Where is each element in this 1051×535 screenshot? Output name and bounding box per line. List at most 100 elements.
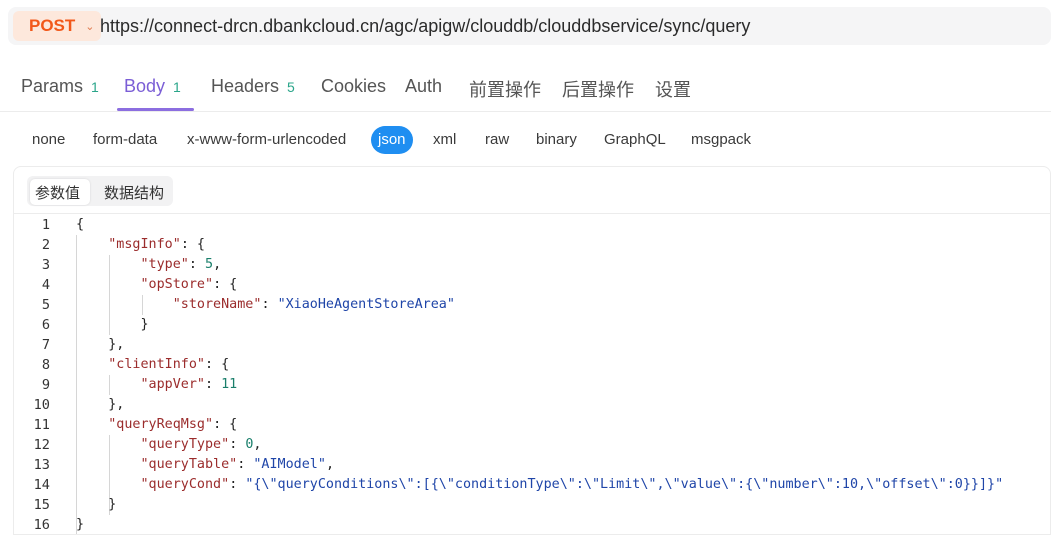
code-token: , <box>325 457 334 472</box>
code-line: 1{ <box>14 215 1050 235</box>
request-tabs: Params 1 Body 1 Headers 5 Cookies Auth 前置操作… <box>0 62 1051 112</box>
code-text: "appVer": 11 <box>76 375 237 395</box>
code-token: } <box>76 317 149 332</box>
line-number: 6 <box>41 317 50 333</box>
url-input[interactable]: https://connect-drcn.dbankcloud.cn/agc/a… <box>100 16 750 37</box>
code-text: "queryType": 0, <box>76 435 261 455</box>
tab-label: 设置 <box>655 80 691 100</box>
tab-label: 前置操作 <box>469 80 541 100</box>
tab-label: Body <box>124 76 166 96</box>
line-number: 1 <box>41 217 50 233</box>
line-number: 13 <box>33 457 50 473</box>
code-token: } <box>76 517 85 532</box>
line-number: 2 <box>41 237 50 253</box>
url-bar: POST ⌄ https://connect-drcn.dbankcloud.c… <box>8 7 1051 45</box>
line-number: 7 <box>41 337 50 353</box>
code-line: 6 } <box>14 315 1050 335</box>
code-line: 10 }, <box>14 395 1050 415</box>
code-line: 8 "clientInfo": { <box>14 355 1050 375</box>
code-text: { <box>76 215 84 235</box>
code-token: : <box>229 437 246 452</box>
tab-auth[interactable]: Auth <box>405 76 442 97</box>
code-token: : <box>205 377 222 392</box>
code-text: }, <box>76 335 124 355</box>
active-tab-indicator <box>117 108 194 111</box>
tab-body[interactable]: Body 1 <box>124 76 181 97</box>
code-token: { <box>76 217 85 232</box>
code-token: : { <box>213 417 238 432</box>
line-number: 4 <box>41 277 50 293</box>
code-token: : <box>237 457 254 472</box>
code-line: 16} <box>14 515 1050 534</box>
body-type-graphql[interactable]: GraphQL <box>604 131 666 148</box>
tab-pre-actions[interactable]: 前置操作 <box>469 76 541 102</box>
line-number: 10 <box>33 397 50 413</box>
code-text: "queryReqMsg": { <box>76 415 237 435</box>
tab-label: Headers <box>211 76 280 96</box>
line-number: 12 <box>33 437 50 453</box>
code-text: "opStore": { <box>76 275 237 295</box>
editor-subtabs: 参数值 数据结构 <box>14 167 1050 214</box>
code-line: 2 "msgInfo": { <box>14 235 1050 255</box>
code-token: 11 <box>221 377 238 392</box>
subtab-values[interactable]: 参数值 <box>30 179 90 205</box>
body-type-none[interactable]: none <box>32 131 65 148</box>
tab-cookies[interactable]: Cookies <box>321 76 386 97</box>
tab-label: Params <box>21 76 84 96</box>
body-type-raw[interactable]: raw <box>485 131 509 148</box>
subtab-schema[interactable]: 数据结构 <box>100 179 168 205</box>
tab-count: 1 <box>91 79 99 95</box>
code-line: 11 "queryReqMsg": { <box>14 415 1050 435</box>
line-number: 15 <box>33 497 50 513</box>
code-line: 3 "type": 5, <box>14 255 1050 275</box>
body-type-binary[interactable]: binary <box>536 131 577 148</box>
line-number: 5 <box>41 297 50 313</box>
code-text: } <box>76 515 85 534</box>
code-token: "AIModel" <box>253 457 326 472</box>
method-label: POST <box>29 16 76 35</box>
body-type-form-data[interactable]: form-data <box>93 131 157 148</box>
tab-count: 1 <box>173 79 181 95</box>
body-type-msgpack[interactable]: msgpack <box>691 131 751 148</box>
code-line: 13 "queryTable": "AIModel", <box>14 455 1050 475</box>
tab-settings[interactable]: 设置 <box>655 76 691 102</box>
code-line: 4 "opStore": { <box>14 275 1050 295</box>
method-select[interactable]: POST ⌄ <box>13 11 101 41</box>
tab-params[interactable]: Params 1 <box>21 76 99 97</box>
code-token: "opStore" <box>76 277 214 292</box>
line-number: 14 <box>33 477 50 493</box>
code-token: "queryReqMsg" <box>76 417 214 432</box>
line-number: 16 <box>33 517 50 533</box>
code-text: "queryTable": "AIModel", <box>76 455 334 475</box>
code-token: , <box>213 257 222 272</box>
chevron-down-icon: ⌄ <box>85 20 95 33</box>
tab-headers[interactable]: Headers 5 <box>211 76 295 97</box>
code-token: : <box>261 297 278 312</box>
code-line: 15 } <box>14 495 1050 515</box>
code-text: "type": 5, <box>76 255 221 275</box>
code-text: "clientInfo": { <box>76 355 229 375</box>
code-token: : <box>188 257 205 272</box>
code-token: , <box>253 437 262 452</box>
tab-label: 后置操作 <box>562 80 634 100</box>
code-token: : { <box>205 357 230 372</box>
code-token: }, <box>76 337 125 352</box>
code-token: 5 <box>205 257 214 272</box>
tab-count: 5 <box>287 79 295 95</box>
code-token: "clientInfo" <box>76 357 205 372</box>
code-token: "appVer" <box>76 377 205 392</box>
code-line: 14 "queryCond": "{\"queryConditions\":[{… <box>14 475 1050 495</box>
code-token: "queryType" <box>76 437 230 452</box>
code-text: } <box>76 315 149 335</box>
code-token: "type" <box>76 257 189 272</box>
body-type-urlencoded[interactable]: x-www-form-urlencoded <box>187 131 346 148</box>
code-token: "msgInfo" <box>76 237 181 252</box>
body-type-xml[interactable]: xml <box>433 131 456 148</box>
code-token: : { <box>180 237 205 252</box>
tab-label: Auth <box>405 76 443 96</box>
tab-post-actions[interactable]: 后置操作 <box>562 76 634 102</box>
body-type-json[interactable]: json <box>371 126 413 154</box>
line-number: 3 <box>41 257 50 273</box>
code-text: "msgInfo": { <box>76 235 205 255</box>
code-token: "XiaoHeAgentStoreArea" <box>277 297 455 312</box>
